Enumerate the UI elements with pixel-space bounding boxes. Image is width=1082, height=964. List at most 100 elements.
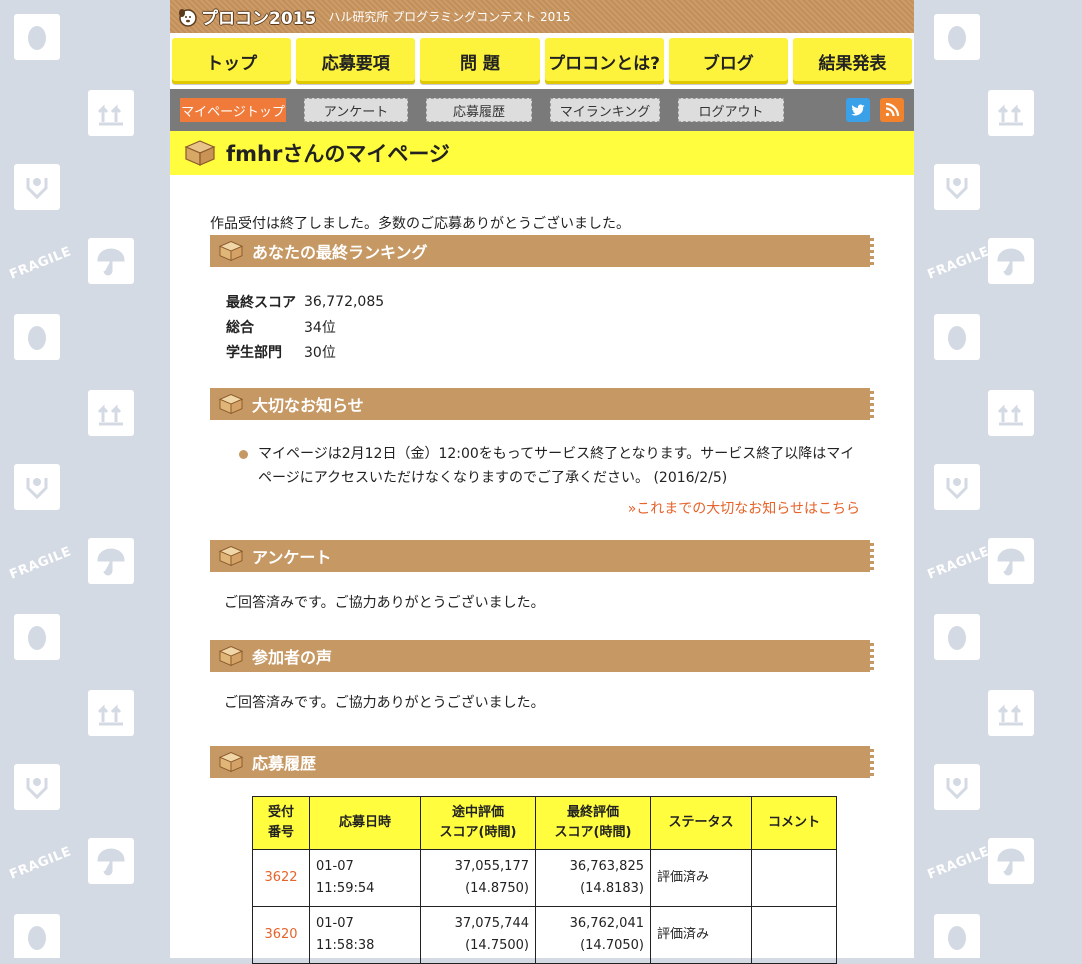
cardboard-box-icon [218,394,244,415]
nav-top[interactable]: トップ [172,38,292,84]
fragile-mark: FRAGILE [925,544,992,583]
column-header-mid-score: 途中評価 スコア(時間) [420,796,536,850]
table-header-row: 受付 番号 応募日時 途中評価 スコア(時間) 最終評価 スコア(時間) ステータス … [252,796,837,850]
this-side-up-icon [988,390,1034,436]
ranking-row: 学生部門 30位 [226,339,874,364]
egg-icon [14,614,60,660]
submission-id-link[interactable]: 3620 [252,906,310,964]
voices-section-header: 参加者の声 [210,640,874,672]
section-heading: 大切なお知らせ [252,396,364,415]
past-notices-link[interactable]: »これまでの大切なお知らせはこちら [210,498,860,518]
egg-icon [934,914,980,958]
column-header-id: 受付 番号 [252,796,310,850]
final-score: 36,763,825 (14.8183) [535,849,651,907]
ranking-value: 34位 [304,319,336,336]
handle-with-care-icon [14,464,60,510]
survey-section-header: アンケート [210,540,874,572]
ranking-list: 最終スコア 36,772,085 総合 34位 学生部門 30位 [226,289,874,364]
comment-cell [751,849,837,907]
egg-icon [14,314,60,360]
nav-guidelines[interactable]: 応募要項 [296,38,416,84]
nav-blog[interactable]: ブログ [668,38,788,84]
cardboard-box-icon [184,140,216,166]
background-pattern-right: FRAGILE FRAGILE FRAGILE [912,0,1082,958]
survey-status: ご回答済みです。ご協力ありがとうございました。 [224,595,545,611]
section-heading: 参加者の声 [252,648,333,667]
column-header-comment: コメント [751,796,837,850]
important-section-header: 大切なお知らせ [210,388,874,420]
rss-icon[interactable] [880,98,904,122]
cardboard-box-icon [218,752,244,773]
this-side-up-icon [88,390,134,436]
social-links [846,98,904,122]
main-nav: トップ 応募要項 問 題 プロコンとは? ブログ 結果発表 [170,33,914,89]
subnav-history[interactable]: 応募履歴 [426,98,532,122]
egg-icon [14,914,60,958]
status-cell: 評価済み [650,849,752,907]
umbrella-icon [88,838,134,884]
site-header: プロコン2015 ハル研究所 プログラミングコンテスト 2015 [170,0,914,33]
section-heading: アンケート [252,548,332,567]
background-pattern-left: FRAGILE FRAGILE FRAGILE [0,0,170,958]
fragile-mark: FRAGILE [7,844,74,883]
nav-results[interactable]: 結果発表 [792,38,913,84]
ranking-key: 総合 [226,319,254,336]
table-row: 3622 01-07 11:59:54 37,055,177 (14.8750) 3… [252,849,837,907]
subnav-my-ranking[interactable]: マイランキング [550,98,660,122]
this-side-up-icon [88,90,134,136]
notice-item: マイページは2月12日（金）12:00をもってサービス終了となります。サービス終… [239,442,874,490]
umbrella-icon [88,238,134,284]
section-heading: あなたの最終ランキング [252,243,428,262]
column-header-date: 応募日時 [309,796,421,850]
ranking-section-header: あなたの最終ランキング [210,235,874,267]
logo-text: プロコン2015 [201,9,317,29]
history-section-header: 応募履歴 [210,746,874,778]
comment-cell [751,906,837,964]
handle-with-care-icon [14,764,60,810]
column-header-status: ステータス [650,796,752,850]
handle-with-care-icon [934,764,980,810]
submission-date: 01-07 11:59:54 [309,849,421,907]
submission-id-link[interactable]: 3622 [252,849,310,907]
ranking-key: 最終スコア [226,294,296,311]
cardboard-box-icon [218,241,244,262]
cardboard-box-icon [218,546,244,567]
egg-icon [934,14,980,60]
handle-with-care-icon [14,164,60,210]
section-heading: 応募履歴 [252,754,317,773]
table-row: 3620 01-07 11:58:38 37,075,744 (14.7500) 3… [252,906,837,964]
fragile-mark: FRAGILE [7,544,74,583]
voices-status: ご回答済みです。ご協力ありがとうございました。 [224,695,545,711]
subnav-survey[interactable]: アンケート [304,98,408,122]
dog-logo-icon [179,8,197,27]
mid-score: 37,055,177 (14.8750) [420,849,536,907]
ranking-value: 36,772,085 [304,293,385,310]
mid-score: 37,075,744 (14.7500) [420,906,536,964]
nav-about[interactable]: プロコンとは? [544,38,664,84]
egg-icon [14,14,60,60]
column-header-final-score: 最終評価 スコア(時間) [535,796,651,850]
fragile-mark: FRAGILE [7,244,74,283]
twitter-icon[interactable] [846,98,870,122]
cardboard-box-icon [218,646,244,667]
ranking-key: 学生部門 [226,344,282,361]
submission-history-table: 受付 番号 応募日時 途中評価 スコア(時間) 最終評価 スコア(時間) ステータス … [252,796,837,964]
mypage-nav: マイページトップ アンケート 応募履歴 マイランキング ログアウト [170,89,914,131]
this-side-up-icon [88,690,134,736]
final-score: 36,762,041 (14.7050) [535,906,651,964]
fragile-mark: FRAGILE [925,244,992,283]
page-container: プロコン2015 ハル研究所 プログラミングコンテスト 2015 トップ 応募要… [170,0,914,964]
ranking-value: 30位 [304,344,336,361]
status-cell: 評価済み [650,906,752,964]
site-logo[interactable]: プロコン2015 [178,4,316,29]
page-title: fmhrさんのマイページ [226,142,450,166]
submission-closed-notice: 作品受付は終了しました。多数のご応募ありがとうございました。 [210,216,630,232]
subnav-logout[interactable]: ログアウト [678,98,784,122]
main-content: 作品受付は終了しました。多数のご応募ありがとうございました。 あなたの最終ランキ… [170,175,914,964]
handle-with-care-icon [934,164,980,210]
subnav-mypage-top[interactable]: マイページトップ [180,98,286,122]
umbrella-icon [88,538,134,584]
page-title-bar: fmhrさんのマイページ [170,131,914,175]
egg-icon [934,314,980,360]
nav-problem[interactable]: 問 題 [420,38,540,84]
